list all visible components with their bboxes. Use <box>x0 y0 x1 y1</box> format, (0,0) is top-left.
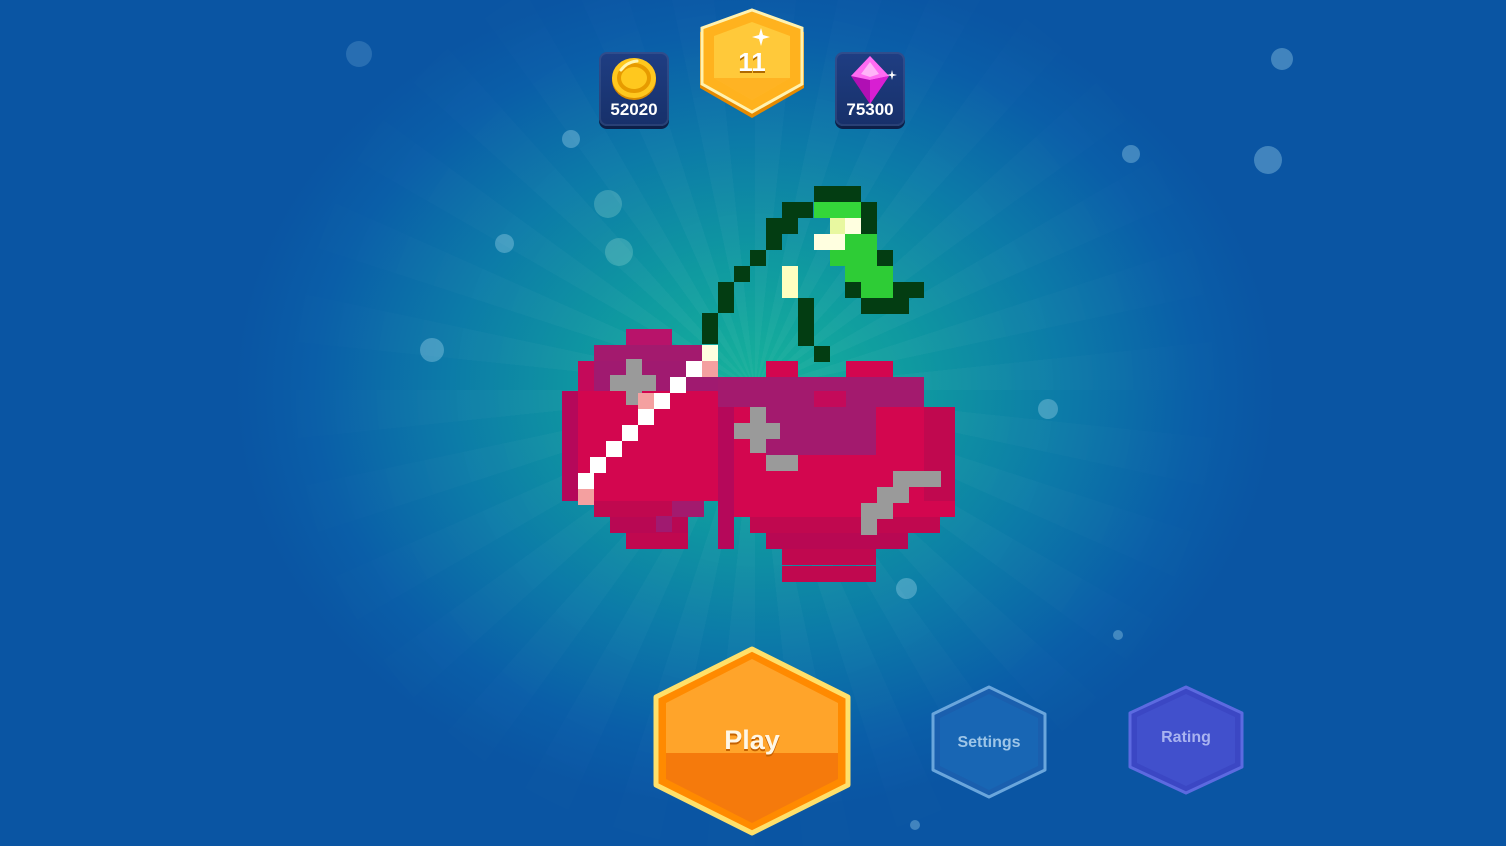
rating-label: Rating <box>1161 729 1211 746</box>
gem-icon <box>851 56 897 104</box>
settings-button[interactable]: Settings <box>930 684 1048 800</box>
coin-counter[interactable]: 52020 <box>599 52 669 126</box>
bubble <box>1113 630 1123 640</box>
gem-amount: 75300 <box>846 100 894 119</box>
right-cherry <box>718 361 955 582</box>
bubble <box>562 130 580 148</box>
play-button[interactable]: Play <box>652 645 852 837</box>
gem-counter[interactable]: 75300 <box>835 52 905 126</box>
level-number: 11 <box>738 47 766 77</box>
bubble <box>1271 48 1293 70</box>
bubble <box>1254 146 1282 174</box>
bubble <box>910 820 920 830</box>
rating-button[interactable]: Rating <box>1127 684 1245 796</box>
bubble <box>1038 399 1058 419</box>
bubble <box>420 338 444 362</box>
coin-icon <box>612 58 656 100</box>
bubble <box>1122 145 1140 163</box>
cherries-artwork[interactable] <box>562 186 957 582</box>
play-label: Play <box>724 725 780 755</box>
settings-label: Settings <box>957 734 1021 751</box>
bubble <box>346 41 372 67</box>
bubble <box>495 234 514 253</box>
coin-amount: 52020 <box>610 100 658 119</box>
